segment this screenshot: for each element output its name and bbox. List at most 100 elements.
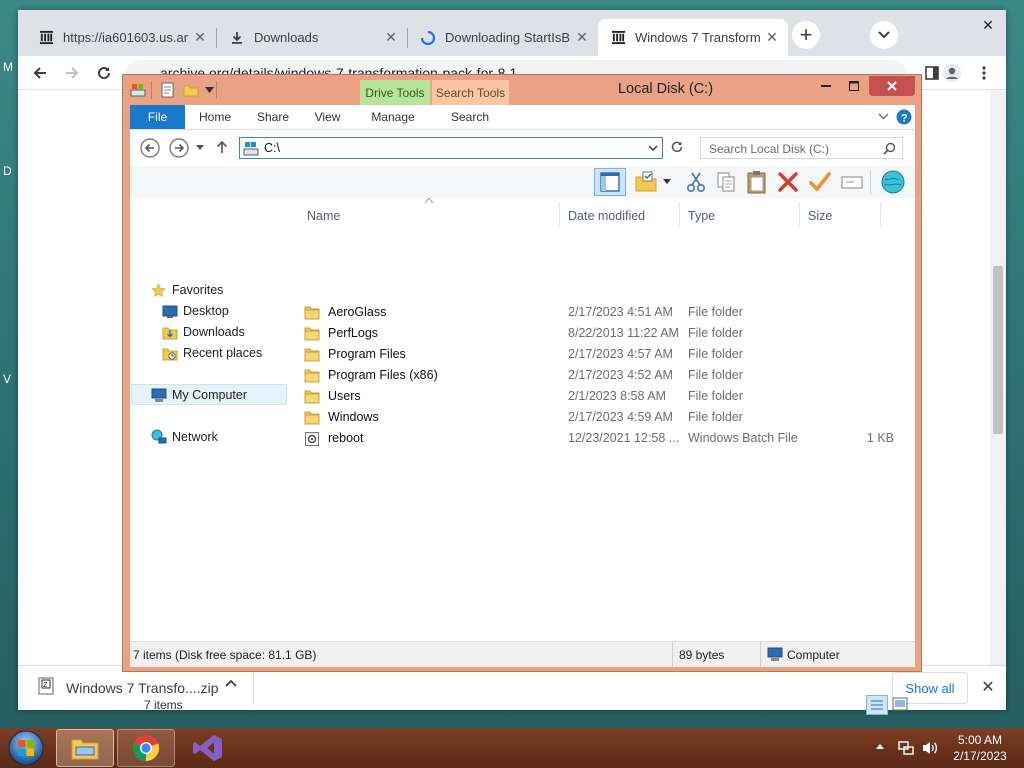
chevron-down-icon[interactable]: [878, 113, 890, 123]
window-close-button[interactable]: ✕: [976, 14, 1000, 36]
chevron-down-icon[interactable]: [648, 145, 658, 152]
help-icon[interactable]: ?: [896, 109, 912, 125]
rename-icon[interactable]: [840, 170, 864, 194]
column-header-size[interactable]: Size: [802, 206, 880, 226]
close-icon[interactable]: ✕: [574, 29, 590, 46]
visual-studio-icon: [193, 735, 222, 761]
taskbar-file-explorer[interactable]: [56, 729, 114, 767]
tab-manage[interactable]: Manage: [362, 105, 424, 129]
back-button[interactable]: [26, 59, 54, 87]
close-shelf-button[interactable]: ✕: [978, 677, 998, 697]
file-row[interactable]: Program Files (x86) 2/17/2023 4:52 AM File…: [300, 365, 900, 386]
browser-tab-active[interactable]: Windows 7 Transformat ✕: [598, 19, 788, 56]
address-box[interactable]: C:\: [239, 137, 663, 159]
star-icon: [150, 282, 167, 298]
dropdown-arrow-icon[interactable]: [663, 179, 672, 185]
profile-button[interactable]: [938, 59, 966, 87]
chevron-up-icon[interactable]: [224, 678, 240, 694]
tab-title: Downloading StartIsBac: [445, 30, 570, 45]
up-button[interactable]: [216, 140, 230, 156]
cut-icon[interactable]: [684, 170, 708, 194]
sort-ascending-icon: [425, 198, 435, 204]
tab-home[interactable]: Home: [190, 105, 240, 129]
folder-icon: [304, 305, 320, 320]
nav-label: My Computer: [172, 388, 248, 402]
minimize-button[interactable]: [813, 76, 839, 96]
tab-search-button[interactable]: [870, 21, 898, 49]
file-date-modified: 2/17/2023 4:52 AM: [568, 368, 673, 382]
file-row[interactable]: Windows 2/17/2023 4:59 AM File folder: [300, 407, 900, 428]
navigation-bar: C:\ Search Local Disk (C:): [130, 130, 915, 166]
close-icon[interactable]: ✕: [192, 29, 208, 46]
close-icon[interactable]: ✕: [383, 29, 399, 46]
reload-button[interactable]: [90, 59, 118, 87]
refresh-button[interactable]: [670, 140, 686, 156]
file-row[interactable]: Program Files 2/17/2023 4:57 AM File folde…: [300, 344, 900, 365]
forward-button[interactable]: [58, 59, 86, 87]
taskbar-visual-studio[interactable]: [179, 729, 237, 767]
close-button[interactable]: [869, 76, 915, 96]
checkmark-icon[interactable]: [808, 170, 832, 194]
search-placeholder: Search Local Disk (C:): [709, 142, 830, 156]
paste-icon[interactable]: [744, 169, 770, 195]
nav-my-computer[interactable]: My Computer: [150, 385, 247, 405]
tab-drive-tools[interactable]: Drive Tools: [360, 80, 430, 105]
close-icon[interactable]: ✕: [764, 29, 780, 46]
preview-pane-button[interactable]: [594, 168, 626, 196]
desktop-label-fragment: M: [3, 60, 13, 74]
delete-icon[interactable]: [776, 170, 800, 194]
svg-text:Z: Z: [43, 682, 48, 689]
back-button[interactable]: [140, 138, 160, 158]
forward-button[interactable]: [169, 138, 189, 158]
nav-recent-places[interactable]: Recent places: [161, 343, 262, 363]
details-view-button[interactable]: [866, 695, 888, 715]
folder-options-icon[interactable]: [634, 170, 658, 194]
nav-network[interactable]: Network: [150, 427, 218, 447]
file-row[interactable]: PerfLogs 8/22/2013 11:22 AM File folder: [300, 323, 900, 344]
folder-icon: [304, 410, 320, 425]
tab-search-tools[interactable]: Search Tools: [432, 80, 509, 105]
volume-icon[interactable]: [921, 740, 939, 756]
nav-desktop[interactable]: Desktop: [161, 301, 229, 321]
recent-locations-icon[interactable]: [196, 145, 205, 151]
tab-search[interactable]: Search: [438, 105, 502, 129]
tab-file[interactable]: File: [130, 105, 185, 129]
command-toolbar: [130, 166, 915, 198]
tab-share[interactable]: Share: [248, 105, 298, 129]
maximize-button[interactable]: [841, 76, 867, 96]
file-type: File folder: [688, 305, 743, 319]
taskbar-chrome[interactable]: [117, 729, 175, 767]
nav-favorites[interactable]: Favorites: [150, 280, 223, 300]
column-header-date[interactable]: Date modified: [562, 206, 679, 226]
clock[interactable]: 5:00 AM 2/17/2023: [944, 732, 1016, 764]
arrow-left-icon: [33, 67, 46, 79]
browser-tab[interactable]: Downloading StartIsBac ✕: [408, 19, 598, 56]
address-path[interactable]: C:\: [264, 141, 280, 155]
large-icons-view-button[interactable]: [892, 697, 910, 713]
tab-view[interactable]: View: [305, 105, 350, 129]
column-header-type[interactable]: Type: [682, 206, 799, 226]
new-folder-icon[interactable]: [183, 82, 199, 98]
new-tab-button[interactable]: +: [792, 21, 820, 49]
search-box[interactable]: Search Local Disk (C:): [700, 137, 903, 159]
download-item-name[interactable]: Windows 7 Transfo....zip: [66, 680, 219, 696]
menu-button[interactable]: [970, 59, 998, 87]
column-header-name[interactable]: Name: [301, 206, 559, 226]
nav-downloads[interactable]: Downloads: [161, 322, 245, 342]
browser-tab[interactable]: Downloads ✕: [217, 19, 407, 56]
file-row[interactable]: Users 2/1/2023 8:58 AM File folder: [300, 386, 900, 407]
file-row[interactable]: reboot 12/23/2021 12:58 ... Windows Batch …: [300, 428, 900, 449]
page-scrollbar[interactable]: [990, 90, 1006, 665]
globe-icon[interactable]: [880, 169, 906, 195]
properties-icon[interactable]: [161, 82, 175, 98]
network-icon: [150, 429, 167, 445]
browser-tab[interactable]: https://ia601603.us.arch ✕: [26, 19, 216, 56]
file-row[interactable]: AeroGlass 2/17/2023 4:51 AM File folder: [300, 302, 900, 323]
network-tray-icon[interactable]: [898, 740, 914, 756]
copy-icon[interactable]: [714, 170, 738, 194]
start-button[interactable]: [7, 729, 45, 767]
reload-icon: [98, 67, 111, 80]
show-hidden-icons-button[interactable]: [876, 744, 885, 750]
search-icon[interactable]: [883, 142, 896, 155]
quick-access-dropdown-icon[interactable]: [205, 87, 215, 95]
